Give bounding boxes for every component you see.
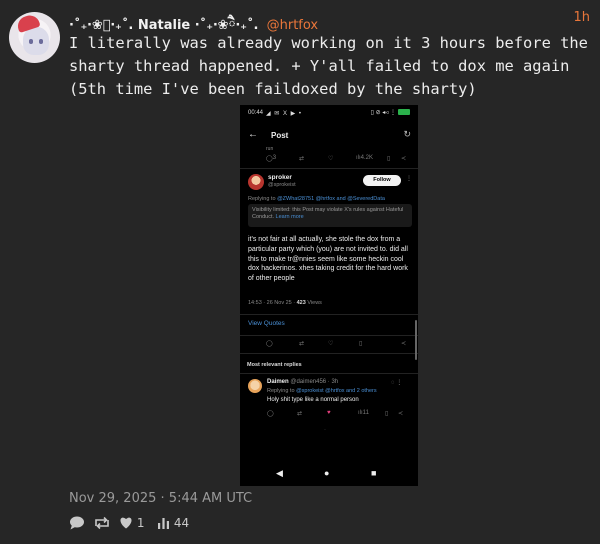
scrollbar[interactable] (415, 320, 417, 360)
daimen-handle[interactable]: @daimen456 · 3h (290, 379, 338, 385)
comment-reply-icon[interactable]: ◯ (267, 410, 274, 417)
sproker-name[interactable]: sproker (268, 174, 292, 181)
prev-share-icon[interactable]: ≺ (401, 155, 406, 162)
sproker-avatar[interactable] (248, 174, 264, 190)
daimen-header: Daimen @daimen456 · 3h (267, 379, 338, 385)
share-icon[interactable]: ≺ (401, 340, 406, 347)
views-stat[interactable]: 44 (157, 516, 189, 530)
status-notification-icons: ◢ ✉ X ▶ • (266, 111, 303, 117)
prev-reply-icon[interactable]: ◯ 3 (266, 155, 277, 162)
clipped-text: run (266, 146, 274, 152)
battery-icon (398, 109, 410, 116)
follow-button[interactable]: Follow (363, 175, 401, 186)
relative-time[interactable]: 1h (573, 10, 590, 25)
avatar-hair (23, 27, 49, 55)
views-count: 44 (173, 516, 190, 530)
back-arrow-icon[interactable]: ← (248, 129, 258, 140)
reply-views-count: 423 (296, 300, 306, 306)
comment-actions: ◯ ⇄ ♥ ılı 11 ▯ ≺ (267, 410, 407, 420)
comment-views-icon[interactable]: ılı 11 (358, 410, 369, 416)
prev-repost-icon[interactable]: ⇄ (299, 155, 304, 162)
status-right-icons: ▯ ⊘ ◂◃ ⋮ (371, 109, 410, 116)
daimen-replying: Replying to @sprokeist @hrtfox and 2 oth… (267, 388, 377, 394)
status-system-icons: ▯ ⊘ ◂◃ ⋮ (370, 110, 396, 116)
comment-more-icon[interactable]: ⋮ (396, 380, 402, 386)
bookmark-icon[interactable]: ▯ (359, 340, 362, 347)
divider (240, 314, 418, 315)
comment-views-count: 11 (362, 410, 369, 416)
comment-share-icon[interactable]: ≺ (398, 410, 403, 417)
prev-bookmark-icon[interactable]: ▯ (387, 155, 390, 162)
prev-like-icon[interactable]: ♡ (328, 155, 333, 162)
author-name[interactable]: ·˚₊‧❀ཻ‧₊˚. Natalie ·˚₊‧❀ཻ‧₊˚. (69, 18, 258, 33)
reply-icon[interactable]: ◯ (266, 340, 273, 347)
nav-home-icon[interactable]: ● (324, 468, 329, 478)
grok-icon[interactable]: ◌ (391, 380, 395, 386)
refresh-icon[interactable]: ↻ (403, 129, 411, 140)
view-quotes-link[interactable]: View Quotes (248, 320, 285, 327)
replying-prefix: Replying to (248, 196, 276, 202)
likes-count: 1 (136, 516, 145, 530)
post-card: ·˚₊‧❀ཻ‧₊˚. Natalie ·˚₊‧❀ཻ‧₊˚. @hrtfox 1h… (0, 0, 600, 544)
attached-screenshot[interactable]: 00:44 ◢ ✉ X ▶ • ▯ ⊘ ◂◃ ⋮ ← Post ↻ run ◯ … (240, 105, 418, 486)
avatar-eye-right (39, 39, 43, 44)
daimen-avatar[interactable] (248, 379, 262, 393)
speech-bubble-icon[interactable] (69, 516, 85, 531)
prev-views-count: 4.2K (360, 155, 374, 161)
author-handle[interactable]: @hrtfox (267, 18, 319, 33)
prev-reply-count: 3 (272, 155, 277, 161)
topbar-title: Post (271, 131, 289, 140)
post-topbar: ← Post ↻ (240, 127, 418, 145)
divider (240, 335, 418, 336)
post-timestamp[interactable]: Nov 29, 2025 · 5:44 AM UTC (69, 491, 252, 506)
comment-bookmark-icon[interactable]: ▯ (385, 410, 388, 417)
daimen-replying-handles[interactable]: @sprokeist @hrtfox and 2 others (296, 388, 377, 394)
nav-recents-icon[interactable]: ■ (371, 468, 376, 478)
post-header: ·˚₊‧❀ཻ‧₊˚. Natalie ·˚₊‧❀ཻ‧₊˚. @hrtfox (69, 10, 318, 33)
most-relevant-replies[interactable]: Most relevant replies (247, 362, 302, 368)
more-options-icon[interactable]: ⋮ (406, 175, 412, 182)
comment-like-icon[interactable]: ♥ (327, 410, 331, 416)
daimen-text: Holy shit type like a normal person (267, 397, 359, 403)
phone-status-bar: 00:44 ◢ ✉ X ▶ • ▯ ⊘ ◂◃ ⋮ (240, 105, 418, 121)
loading-indicator: · (324, 427, 326, 433)
divider (240, 168, 418, 169)
reply-meta: 14:53 · 26 Nov 25 · 423 Views (248, 300, 322, 306)
reply-actions: ◯ ⇄ ♡ ▯ ≺ (266, 340, 410, 350)
daimen-replying-prefix: Replying to (267, 388, 295, 394)
replying-to-handles[interactable]: @ZWhat28751 @hrtfox and @SeveredData (277, 196, 385, 202)
sproker-handle[interactable]: @sprokeist (268, 182, 296, 188)
author-avatar[interactable] (9, 12, 60, 63)
status-clock: 00:44 (248, 110, 264, 116)
avatar-eye-left (29, 39, 33, 44)
prev-views-icon[interactable]: ılı 4.2K (356, 155, 373, 161)
divider (240, 353, 418, 354)
reply-text: it's not fair at all actually, she stole… (248, 236, 408, 283)
reply-views-label: Views (307, 300, 322, 306)
reply-timestamp: 14:53 · 26 Nov 25 · (248, 300, 296, 306)
repost-icon[interactable]: ⇄ (299, 340, 304, 347)
nav-back-icon[interactable]: ◀ (276, 468, 283, 479)
likes-stat[interactable]: 1 (119, 516, 144, 530)
visibility-limited-notice: Visibility limited: this Post may violat… (248, 204, 412, 227)
repost-icon[interactable] (94, 516, 110, 531)
divider (240, 373, 418, 374)
daimen-name[interactable]: Daimen (267, 379, 289, 385)
prev-post-actions: ◯ 3 ⇄ ♡ ılı 4.2K ▯ ≺ (266, 155, 410, 165)
like-icon[interactable]: ♡ (328, 340, 333, 347)
learn-more-link[interactable]: Learn more (276, 214, 304, 220)
android-nav-bar: ◀ ● ■ (240, 464, 418, 486)
replying-to: Replying to @ZWhat28751 @hrtfox and @Sev… (248, 196, 385, 202)
comment-repost-icon[interactable]: ⇄ (297, 410, 302, 417)
post-body: I literally was already working on it 3 … (69, 34, 588, 98)
comment-icons: ◌ ⋮ (391, 379, 402, 386)
